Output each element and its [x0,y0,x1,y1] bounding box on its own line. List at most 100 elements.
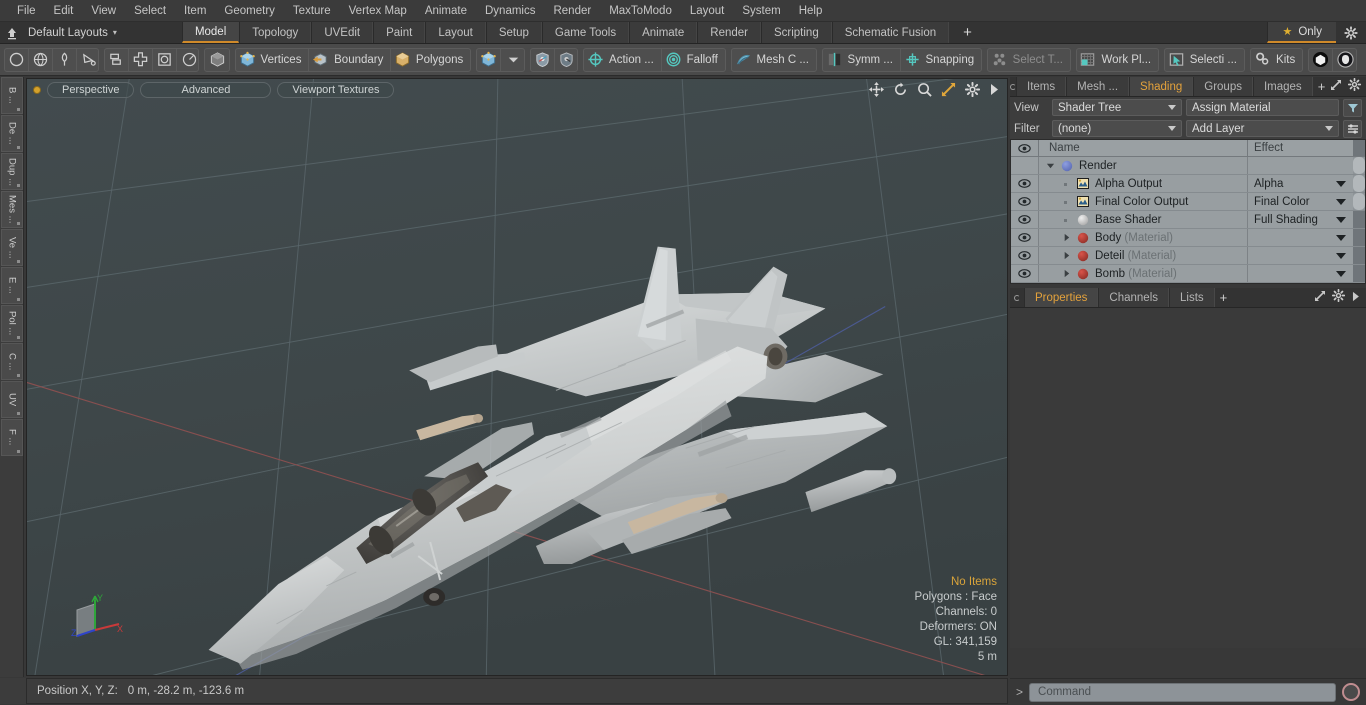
toolbar-button-cube-gray-icon[interactable] [205,49,228,71]
expander-right-icon[interactable] [1059,233,1073,242]
tree-scrollbar[interactable] [1353,211,1365,228]
toolbar-button-mesh-c[interactable]: Mesh C ... [732,49,816,71]
menu-item-view[interactable]: View [82,2,125,20]
expander-down-icon[interactable] [1043,161,1057,170]
menu-item-file[interactable]: File [8,2,45,20]
panel-tab-mesh[interactable]: Mesh ... [1066,77,1130,96]
toolbar-button-circle-icon[interactable] [5,48,29,71]
tree-scrollbar[interactable] [1353,193,1365,210]
command-input[interactable]: Command [1029,682,1336,702]
left-tab-9[interactable]: F ... [1,419,23,456]
left-tab-1[interactable]: De ... [1,115,23,152]
record-circle-icon[interactable] [1342,683,1360,701]
shader-tree[interactable]: Name Effect Render Alpha Output Alpha Final… [1010,139,1366,284]
panel-tab-shading[interactable]: Shading [1129,77,1194,96]
toolbar-button-modo-badge-icon[interactable] [1309,48,1334,71]
left-tab-4[interactable]: Ve ... [1,229,23,266]
shader-effect-dropdown[interactable]: Final Color [1248,193,1353,210]
play-arrow-icon[interactable] [989,83,999,101]
toolbar-button-plus-grid-icon[interactable] [129,48,154,71]
tree-scrollbar-track[interactable] [1353,140,1365,156]
shader-tree-row[interactable]: Body (Material) [1011,229,1365,247]
add-panel-tab-button[interactable]: + [1313,77,1331,96]
viewport-pill-advanced[interactable]: Advanced [140,82,272,98]
left-tab-0[interactable]: B ... [1,77,23,114]
panel-tab-images[interactable]: Images [1252,77,1313,96]
home-up-arrow-icon[interactable] [0,22,24,43]
toolbar-button-action[interactable]: Action ... [584,48,662,71]
layout-tab-layout[interactable]: Layout [425,22,486,43]
menu-item-select[interactable]: Select [125,2,175,20]
tree-scrollbar[interactable] [1353,265,1365,282]
visibility-eye-icon[interactable] [1011,175,1039,192]
shader-tree-row[interactable]: Base Shader Full Shading [1011,211,1365,229]
toolbar-button-work-pl[interactable]: Work Pl... [1077,49,1158,71]
toolbar-button-snapping[interactable]: Snapping [901,49,981,71]
layout-tab-uvedit[interactable]: UVEdit [311,22,374,43]
menu-item-animate[interactable]: Animate [416,2,476,20]
left-tab-8[interactable]: UV [1,381,23,418]
layout-tab-setup[interactable]: Setup [485,22,542,43]
toolbar-button-kits[interactable]: Kits [1251,49,1303,71]
gear-icon[interactable] [1331,288,1346,307]
left-tab-2[interactable]: Dup ... [1,153,23,190]
toolbar-button-shield-axis-icon[interactable] [531,48,555,71]
shader-tree-row[interactable]: Deteil (Material) [1011,247,1365,265]
view-dropdown[interactable]: Shader Tree [1052,99,1182,116]
add-layout-tab-button[interactable]: + [949,22,986,43]
layout-tab-scripting[interactable]: Scripting [760,22,832,43]
menu-item-vertex-map[interactable]: Vertex Map [340,2,416,20]
toolbar-button-symm[interactable]: Symm ... [823,48,901,71]
shader-tree-row[interactable]: Alpha Output Alpha [1011,175,1365,193]
rotate-icon[interactable] [893,82,908,102]
filter-dropdown[interactable]: (none) [1052,120,1182,137]
gear-icon[interactable] [1336,22,1366,43]
shader-tree-row[interactable]: Render [1011,157,1365,175]
expand-arrows-icon[interactable] [1314,289,1326,307]
toolbar-button-circle-slice-icon[interactable] [177,49,198,71]
list-lines-icon[interactable] [1343,119,1362,138]
layout-tab-game-tools[interactable]: Game Tools [541,22,630,43]
funnel-icon[interactable] [1343,98,1362,117]
layout-tab-animate[interactable]: Animate [629,22,698,43]
properties-tab-channels[interactable]: Channels [1098,288,1170,307]
visibility-eye-icon[interactable] [1011,229,1039,246]
menu-item-system[interactable]: System [733,2,789,20]
viewport-pill-perspective[interactable]: Perspective [47,82,135,98]
toolbar-button-globe-sphere-icon[interactable] [29,48,53,71]
shader-effect-dropdown[interactable] [1248,265,1353,282]
toolbar-button-rounded-square-icon[interactable] [153,48,178,71]
zoom-magnifier-icon[interactable] [917,82,932,102]
visibility-eye-icon[interactable] [1011,247,1039,264]
layout-tab-render[interactable]: Render [697,22,761,43]
shader-effect-dropdown[interactable] [1248,247,1353,264]
menu-item-maxtomodo[interactable]: MaxToModo [600,2,681,20]
viewport-3d-canvas[interactable] [27,79,1007,676]
add-properties-tab-button[interactable]: + [1215,288,1233,307]
properties-menu-dot[interactable] [1010,288,1024,307]
shader-tree-row[interactable]: Final Color Output Final Color [1011,193,1365,211]
toolbar-button-cut-knife-icon[interactable] [77,49,98,71]
visibility-eye-icon[interactable] [1011,211,1039,228]
left-tab-3[interactable]: Mes ... [1,191,23,228]
menu-item-edit[interactable]: Edit [45,2,83,20]
properties-tab-properties[interactable]: Properties [1024,288,1099,307]
toolbar-button-vertices[interactable]: Vertices [236,48,310,71]
visibility-eye-icon[interactable] [1011,193,1039,210]
tree-scrollbar[interactable] [1353,157,1365,174]
menu-item-texture[interactable]: Texture [284,2,340,20]
left-tab-7[interactable]: C ... [1,343,23,380]
layout-tab-schematic-fusion[interactable]: Schematic Fusion [831,22,950,43]
move-icon[interactable] [869,82,884,102]
tree-scrollbar[interactable] [1353,247,1365,264]
toolbar-button-cube-blue-icon[interactable] [477,48,502,71]
expander-right-icon[interactable] [1059,269,1073,278]
menu-item-render[interactable]: Render [544,2,600,20]
panel-tab-groups[interactable]: Groups [1193,77,1253,96]
properties-tab-lists[interactable]: Lists [1169,288,1215,307]
play-arrow-icon[interactable] [1351,289,1360,307]
menu-item-dynamics[interactable]: Dynamics [476,2,544,20]
toolbar-button-align-stack-icon[interactable] [105,48,130,71]
add-layer-dropdown[interactable]: Add Layer [1186,120,1339,137]
left-tab-6[interactable]: Pol ... [1,305,23,342]
